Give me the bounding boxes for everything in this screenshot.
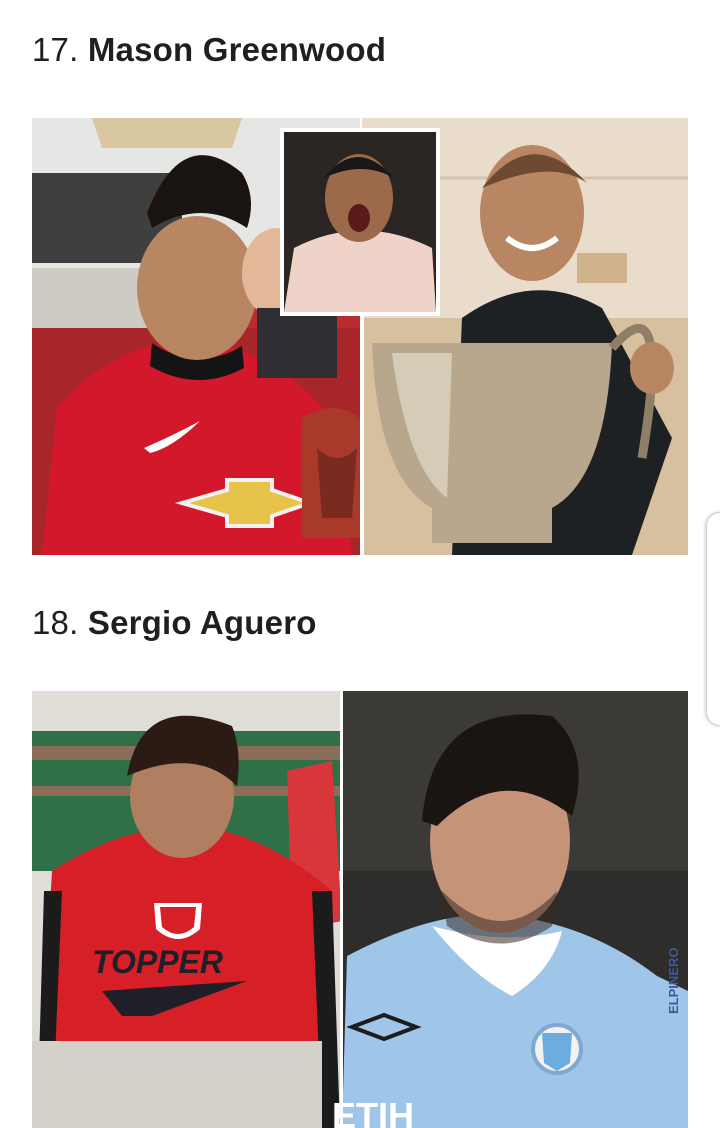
svg-text:TOPPER: TOPPER [92, 944, 223, 980]
watermark-text: ELPINERO [666, 948, 681, 1014]
item-name: Sergio Aguero [87, 604, 317, 641]
scrollbar-handle[interactable] [706, 512, 720, 726]
item-name: Mason Greenwood [87, 31, 387, 68]
item-number: 18. [32, 604, 79, 641]
item-number: 17. [32, 31, 79, 68]
list-item-heading-17: 17. Mason Greenwood [32, 30, 386, 70]
mason-greenwood-photo[interactable] [32, 118, 688, 555]
sergio-aguero-photo[interactable]: TOPPER ETIH ELPINERO [32, 691, 688, 1128]
svg-text:ETIH: ETIH [332, 1095, 414, 1128]
list-item-heading-18: 18. Sergio Aguero [32, 603, 317, 643]
